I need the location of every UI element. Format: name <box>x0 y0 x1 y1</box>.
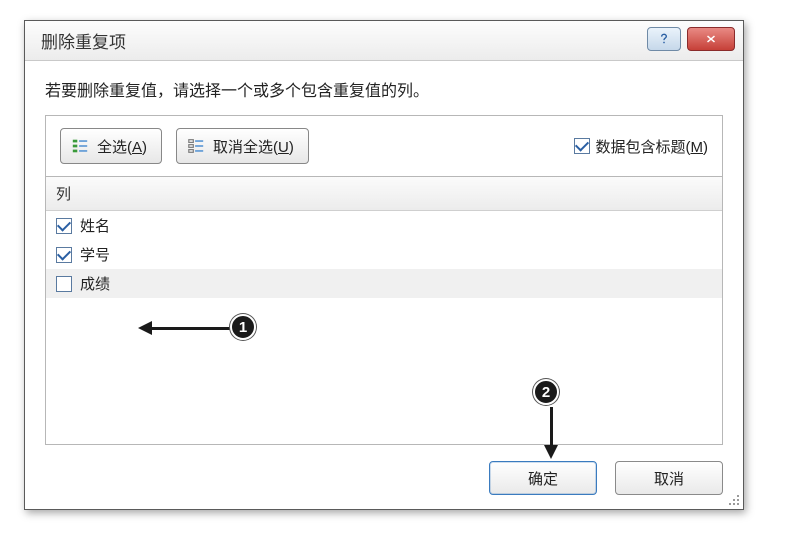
column-label: 学号 <box>80 244 110 265</box>
column-label: 姓名 <box>80 215 110 236</box>
checkbox-icon <box>574 138 590 154</box>
column-row[interactable]: 姓名 <box>46 211 722 240</box>
resize-grip[interactable] <box>726 492 740 506</box>
data-has-headers-checkbox[interactable]: 数据包含标题(M) <box>574 136 709 157</box>
close-icon <box>704 33 718 45</box>
select-all-button[interactable]: 全选(A) <box>60 128 162 164</box>
cancel-button[interactable]: 取消 <box>615 461 723 495</box>
toolbar-left: 全选(A) 取消全选(U) <box>60 128 309 164</box>
help-icon <box>657 32 671 46</box>
instruction-text: 若要删除重复值，请选择一个或多个包含重复值的列。 <box>45 77 723 101</box>
annotation-arrow-1 <box>138 321 230 335</box>
toolbar: 全选(A) 取消全选(U) 数据包含标题(M) <box>45 115 723 176</box>
help-button[interactable] <box>647 27 681 51</box>
column-row[interactable]: 学号 <box>46 240 722 269</box>
dialog-content: 若要删除重复值，请选择一个或多个包含重复值的列。 全选(A) <box>25 61 743 509</box>
checkbox-icon[interactable] <box>56 276 72 292</box>
checkbox-icon[interactable] <box>56 218 72 234</box>
dialog-title: 删除重复项 <box>41 28 126 53</box>
checkbox-icon[interactable] <box>56 247 72 263</box>
select-all-label: 全选(A) <box>97 136 147 157</box>
close-button[interactable] <box>687 27 735 51</box>
titlebar: 删除重复项 <box>25 21 743 61</box>
ok-label: 确定 <box>528 468 558 489</box>
window-buttons <box>647 27 735 51</box>
columns-body: 姓名 学号 成绩 <box>46 211 722 298</box>
select-all-icon <box>71 137 89 155</box>
cancel-label: 取消 <box>654 468 684 489</box>
dialog-footer: 确定 取消 <box>45 445 723 495</box>
column-row[interactable]: 成绩 <box>46 269 722 298</box>
annotation-callout-2: 2 <box>533 379 559 405</box>
annotation-arrow-2 <box>544 407 558 459</box>
deselect-all-icon <box>187 137 205 155</box>
data-has-headers-label: 数据包含标题(M) <box>596 136 709 157</box>
columns-header: 列 <box>46 177 722 211</box>
ok-button[interactable]: 确定 <box>489 461 597 495</box>
deselect-all-button[interactable]: 取消全选(U) <box>176 128 309 164</box>
remove-duplicates-dialog: 删除重复项 若要删除重复值，请选择一个或多个包含重复值的列。 <box>24 20 744 510</box>
column-label: 成绩 <box>80 273 110 294</box>
annotation-callout-1: 1 <box>230 314 256 340</box>
columns-listbox[interactable]: 列 姓名 学号 成绩 <box>45 176 723 445</box>
deselect-all-label: 取消全选(U) <box>213 136 294 157</box>
